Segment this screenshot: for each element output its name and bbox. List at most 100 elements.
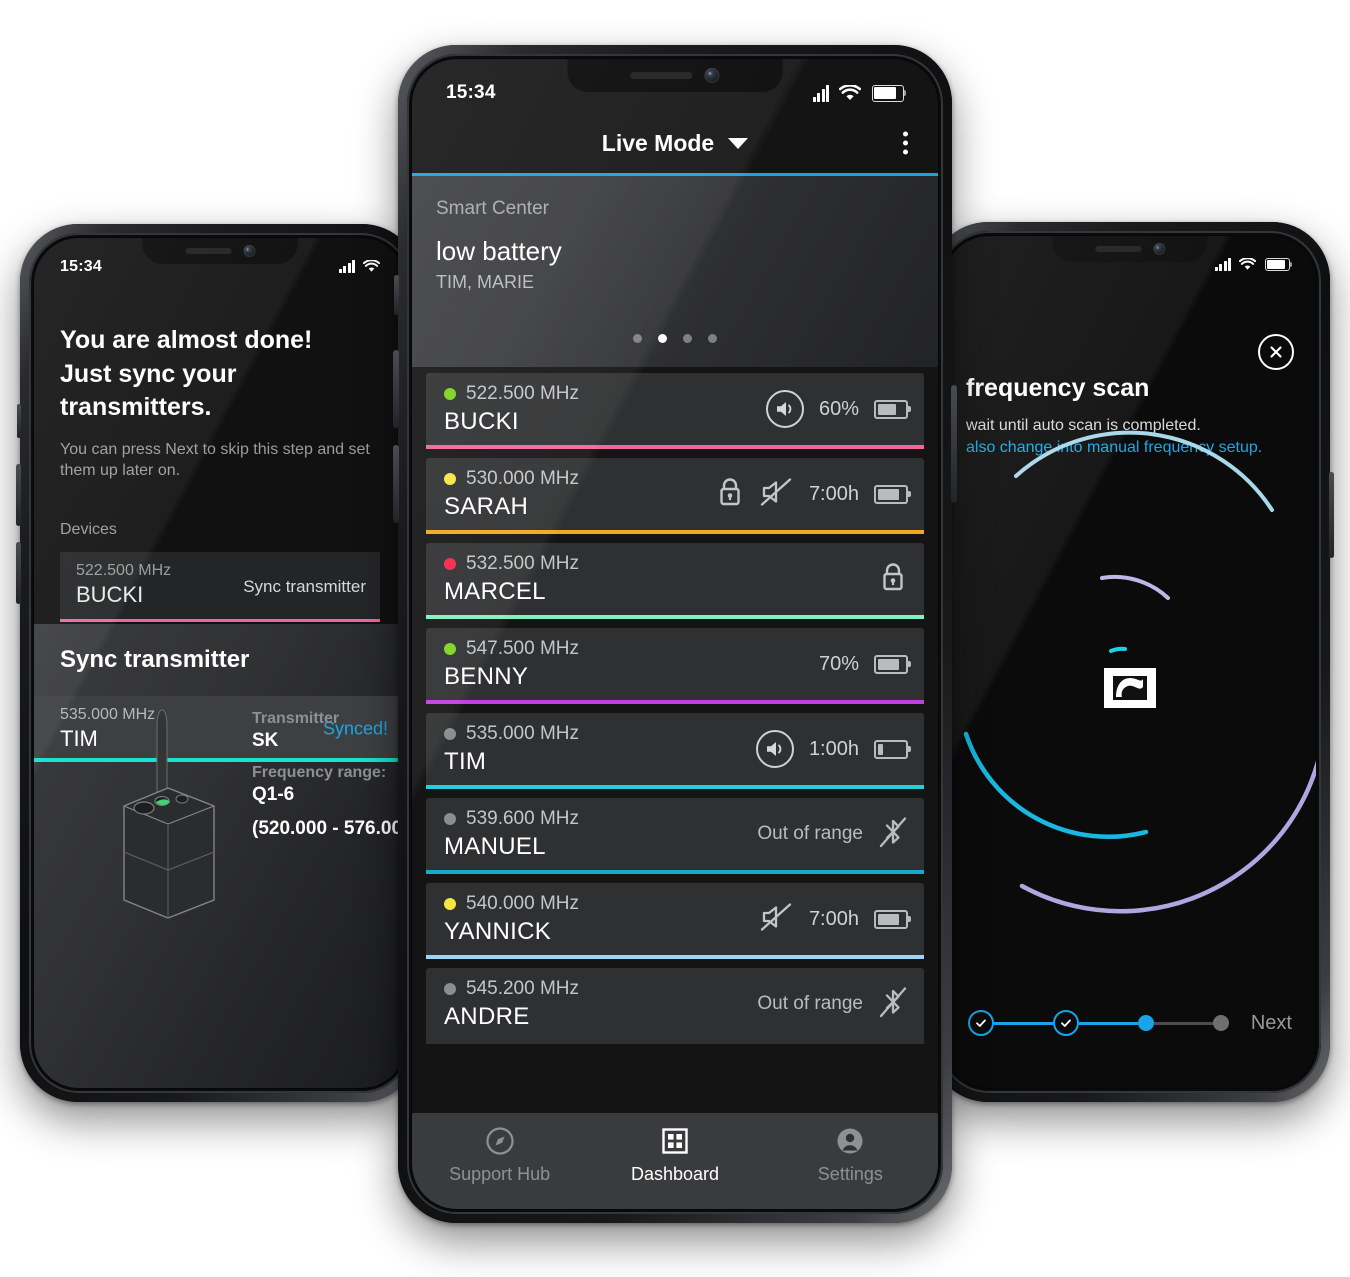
mute-icon: [760, 477, 792, 506]
transmitter-label: Transmitter: [252, 710, 340, 727]
tab-label: Support Hub: [449, 1164, 551, 1184]
device-name: MANUEL: [444, 833, 546, 860]
left-phone-volume-down[interactable]: [16, 542, 21, 604]
center-phone-volume-up[interactable]: [393, 350, 399, 428]
bottom-tab-bar[interactable]: Support Hub Dashboard Settings: [412, 1113, 938, 1209]
device-identity: 522.500 MHz BUCKI: [444, 383, 579, 436]
device-controls[interactable]: Out of range: [757, 968, 908, 1040]
device-row[interactable]: 539.600 MHz MANUEL Out of range: [426, 798, 924, 874]
center-phone-volume-down[interactable]: [393, 445, 399, 523]
device-row[interactable]: 530.000 MHz SARAH 7:00h: [426, 458, 924, 534]
smart-center-card[interactable]: Smart Center low battery TIM, MARIE: [412, 176, 938, 367]
scan-animation: [944, 406, 1316, 966]
sync-transmitter-action[interactable]: Sync transmitter: [243, 577, 366, 597]
device-name: MARCEL: [444, 578, 546, 605]
bluetooth-disconnected-icon: [879, 816, 907, 847]
mode-title[interactable]: Live Mode: [602, 130, 714, 157]
device-frequency: 535.000 MHz: [466, 723, 580, 744]
device-accent-bar: [426, 530, 924, 534]
pager-dot[interactable]: [633, 334, 642, 343]
right-phone-power-button[interactable]: [1329, 472, 1334, 558]
chevron-down-icon[interactable]: [728, 137, 749, 149]
device-controls[interactable]: Out of range: [757, 798, 908, 870]
center-phone-mute-switch[interactable]: [394, 275, 399, 315]
speaker-toggle-button[interactable]: [765, 390, 804, 428]
device-controls[interactable]: [878, 543, 908, 615]
left-heading-line-2: Just sync your transmitters.: [60, 359, 237, 422]
step-upcoming-dot[interactable]: [1212, 1015, 1229, 1031]
device-accent-bar: [426, 955, 924, 959]
pager-dot-active[interactable]: [658, 334, 667, 343]
device-row[interactable]: 540.000 MHz YANNICK 7:00h: [426, 883, 924, 959]
device-controls[interactable]: 7:00h: [760, 883, 911, 955]
device-row[interactable]: 522.500 MHz BUCKI 60%: [426, 373, 924, 449]
status-clock: 15:34: [60, 257, 102, 275]
device-accent-bar: [426, 700, 924, 704]
device-row[interactable]: 547.500 MHz BENNY 70%: [426, 628, 924, 704]
kebab-menu-icon[interactable]: [897, 126, 914, 161]
battery-level-text: 7:00h: [808, 482, 859, 505]
tab-dashboard[interactable]: Dashboard: [587, 1126, 762, 1185]
step-complete-icon[interactable]: [968, 1010, 994, 1036]
sennheiser-logo: [1104, 668, 1156, 708]
left-device-row[interactable]: 522.500 MHz BUCKI Sync transmitter: [60, 551, 380, 622]
center-phone-power-button[interactable]: [951, 385, 957, 503]
device-list[interactable]: 522.500 MHz BUCKI 60% 530.000 MHz SARAH 7:00h…: [412, 373, 938, 1113]
lock-icon[interactable]: [878, 561, 908, 598]
transmitter-value: SK: [252, 730, 279, 751]
left-phone-volume-up[interactable]: [16, 464, 21, 526]
pager-dot[interactable]: [708, 334, 717, 343]
left-phone-mute-switch[interactable]: [17, 404, 21, 438]
device-accent-bar: [426, 785, 924, 789]
status-clock: 15:34: [446, 82, 496, 103]
wifi-icon: [363, 260, 380, 273]
carousel-pager[interactable]: [412, 334, 938, 343]
right-phone-screen: frequency scan wait until auto scan is c…: [944, 236, 1316, 1088]
status-dot: [444, 388, 456, 400]
step-current-dot[interactable]: [1137, 1015, 1154, 1031]
device-controls[interactable]: 70%: [819, 628, 911, 700]
device-frequency: 522.500 MHz: [466, 383, 580, 404]
device-row[interactable]: 535.000 MHz TIM 1:00h: [426, 713, 924, 789]
device-frequency: 540.000 MHz: [466, 893, 580, 914]
device-frequency: 539.600 MHz: [466, 808, 580, 829]
frequency-range-detail: (520.000 - 576.000: [252, 818, 406, 839]
status-dot: [444, 813, 456, 825]
tab-support-hub[interactable]: Support Hub: [412, 1126, 587, 1185]
center-status-bar: 15:34: [412, 59, 938, 113]
close-icon[interactable]: [1258, 334, 1294, 370]
device-row[interactable]: 532.500 MHz MARCEL: [426, 543, 924, 619]
wifi-icon: [839, 84, 861, 102]
status-system-icons: [1214, 258, 1292, 271]
tab-label: Settings: [817, 1164, 883, 1184]
step-connector: [1078, 1021, 1138, 1025]
device-frequency: 532.500 MHz: [466, 553, 580, 574]
next-button[interactable]: Next: [1251, 1012, 1292, 1035]
status-dot: [444, 728, 456, 740]
speaker-toggle-button[interactable]: [755, 730, 794, 768]
device-controls[interactable]: 7:00h: [715, 458, 911, 530]
pager-dot[interactable]: [683, 334, 692, 343]
device-row[interactable]: 545.200 MHz ANDRE Out of range: [426, 968, 924, 1044]
left-heading-line-1: You are almost done!: [60, 326, 313, 354]
step-complete-icon[interactable]: [1052, 1010, 1079, 1036]
lock-icon: [720, 477, 740, 505]
device-controls[interactable]: 60%: [765, 373, 911, 445]
device-controls[interactable]: 1:00h: [755, 713, 911, 785]
step-connector: [994, 1021, 1053, 1025]
lock-icon[interactable]: [715, 476, 745, 513]
tab-label: Dashboard: [630, 1164, 720, 1184]
battery-icon: [874, 654, 911, 674]
battery-icon: [874, 484, 911, 504]
device-name: BENNY: [444, 663, 529, 690]
status-dot: [444, 643, 456, 655]
mute-icon[interactable]: [760, 902, 794, 937]
cellular-signal-icon: [812, 84, 829, 102]
left-phone-screen: 15:34 You are almost done! Just sync you…: [34, 238, 406, 1088]
smart-center-subtitle: TIM, MARIE: [436, 272, 534, 292]
speaker-icon: [766, 742, 782, 756]
device-accent-bar: [426, 870, 924, 874]
tab-settings[interactable]: Settings: [763, 1126, 938, 1185]
speaker-icon: [776, 402, 792, 416]
mute-icon[interactable]: [760, 477, 794, 512]
